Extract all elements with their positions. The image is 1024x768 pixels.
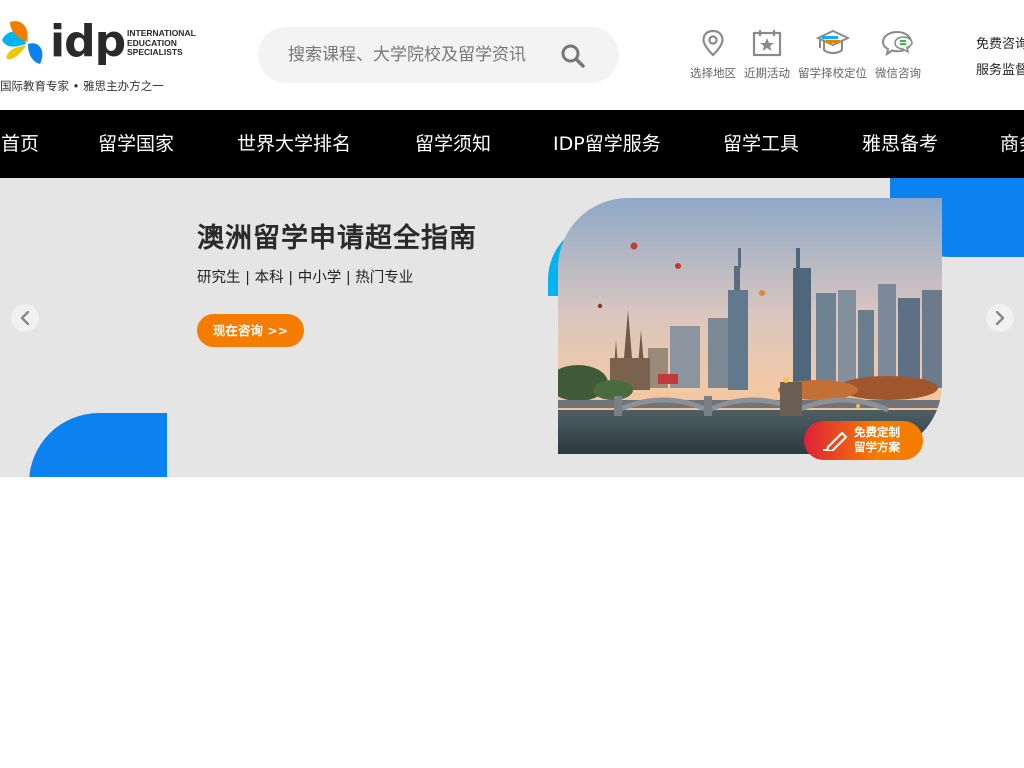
badge-label: 免费定制 留学方案	[854, 425, 900, 454]
site-header: idp INTERNATIONAL EDUCATION SPECIALISTS …	[0, 0, 1024, 110]
butterfly-logo-icon	[2, 21, 43, 64]
banner-subtitle: 研究生 | 本科 | 中小学 | 热门专业	[197, 270, 414, 286]
main-nav: 首页 留学国家 世界大学排名 留学须知 IDP留学服务 留学工具 雅思备考 商务…	[0, 110, 1024, 178]
tool-label: 近期活动	[744, 66, 790, 80]
pencil-icon	[823, 431, 848, 451]
tool-select-region[interactable]: 选择地区	[690, 28, 736, 84]
melbourne-city-photo	[558, 198, 942, 454]
chat-bubbles-icon	[881, 30, 913, 57]
tool-school-positioning[interactable]: 留学择校定位	[798, 28, 867, 84]
header-tools: 选择地区 近期活动 留学择校定位 微信咨询	[690, 28, 929, 84]
logo-tagline: 国际教育专家 • 雅思主办方之一	[0, 79, 164, 93]
free-custom-plan-badge[interactable]: 免费定制 留学方案	[804, 421, 923, 460]
search-input[interactable]	[288, 27, 558, 83]
nav-item-business[interactable]: 商务合作	[1000, 110, 1024, 178]
nav-item-university-rankings[interactable]: 世界大学排名	[237, 110, 351, 178]
logo-wordmark: idp	[50, 16, 126, 67]
tool-label: 选择地区	[690, 66, 736, 80]
calendar-star-icon	[752, 30, 782, 57]
consult-now-button[interactable]: 现在咨询 >>	[197, 314, 304, 347]
decor-blob-left	[29, 413, 167, 477]
free-consult-link[interactable]: 免费咨询	[976, 32, 1024, 58]
search-icon[interactable]	[560, 43, 586, 69]
carousel-prev-button[interactable]	[11, 304, 39, 332]
nav-item-ielts-prep[interactable]: 雅思备考	[862, 110, 938, 178]
nav-item-study-countries[interactable]: 留学国家	[98, 110, 174, 178]
hero-banner[interactable]: 澳洲留学申请超全指南 研究生 | 本科 | 中小学 | 热门专业 现在咨询 >>	[0, 178, 1024, 477]
search-bar	[258, 27, 619, 83]
location-pin-icon	[702, 29, 724, 57]
carousel-next-button[interactable]	[986, 304, 1014, 332]
chevron-left-icon	[20, 311, 30, 325]
graduation-cap-icon	[815, 29, 850, 54]
banner-title: 澳洲留学申请超全指南	[197, 223, 477, 254]
header-aside-links: 免费咨询 服务监督	[976, 32, 1024, 84]
tool-wechat-consult[interactable]: 微信咨询	[875, 28, 921, 84]
tool-label: 微信咨询	[875, 66, 921, 80]
nav-item-home[interactable]: 首页	[1, 110, 39, 178]
tool-label: 留学择校定位	[798, 66, 867, 80]
idp-logo[interactable]: idp INTERNATIONAL EDUCATION SPECIALISTS …	[0, 16, 210, 96]
nav-item-idp-services[interactable]: IDP留学服务	[553, 110, 661, 178]
chevron-right-icon	[995, 311, 1005, 325]
nav-item-study-notes[interactable]: 留学须知	[415, 110, 491, 178]
nav-item-study-tools[interactable]: 留学工具	[723, 110, 799, 178]
service-supervision-link[interactable]: 服务监督	[976, 58, 1024, 84]
tool-recent-events[interactable]: 近期活动	[744, 28, 790, 84]
logo-subtitle: INTERNATIONAL EDUCATION SPECIALISTS	[127, 28, 196, 57]
